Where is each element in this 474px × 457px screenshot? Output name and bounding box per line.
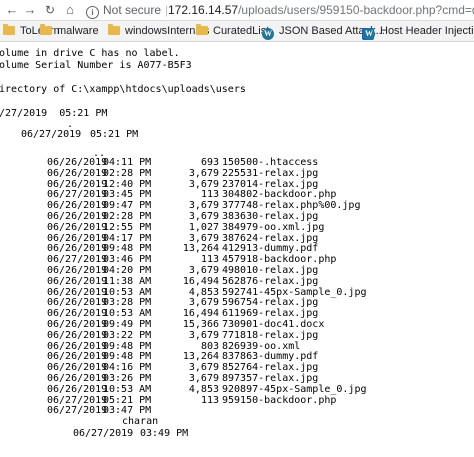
security-label: Not secure xyxy=(103,3,162,17)
address-bar: ← → ↻ ⌂ i Not secure | 172.16.14.57/upload… xyxy=(0,0,474,21)
directory-path-line: Directory of C:\xampp\htdocs\uploads\use… xyxy=(0,84,246,95)
forward-arrow-icon[interactable]: → xyxy=(22,2,38,18)
wordpress-icon: W xyxy=(262,28,274,40)
file-size xyxy=(0,405,219,417)
subdir-name: charan xyxy=(122,416,159,427)
subdir-date: 06/27/2019 xyxy=(73,428,134,439)
bookmark-malware[interactable]: malware xyxy=(40,23,99,39)
url-path: /uploads/users/959150-backdoor.php?cmd=d… xyxy=(238,3,474,17)
dot-dir-date: 06/27/2019 xyxy=(21,129,82,140)
folder-icon xyxy=(196,24,208,35)
volume-label-line: Volume in drive C has no label. xyxy=(0,48,180,59)
timestamp-line: 6/27/2019 05:21 PM xyxy=(0,108,108,119)
volume-serial-line: Volume Serial Number is A077-B5F3 xyxy=(0,60,192,71)
folder-icon xyxy=(40,24,52,35)
bookmark-label: CuratedList xyxy=(213,25,270,37)
folder-icon xyxy=(3,24,15,35)
bookmarks-bar: ToLearn malware windowsInternals Curated… xyxy=(0,21,474,42)
folder-icon xyxy=(108,24,120,35)
dot-dir-time: 05:21 PM xyxy=(90,129,139,140)
info-icon: i xyxy=(86,6,99,19)
subdir-time: 03:49 PM xyxy=(140,428,189,439)
bookmark-windowsinternals[interactable]: windowsInternals xyxy=(108,23,209,39)
url-host: 172.16.14.57 xyxy=(168,3,239,17)
bookmark-label: malware xyxy=(57,25,99,37)
back-arrow-icon[interactable]: ← xyxy=(4,2,20,18)
bookmark-curatedlist[interactable]: CuratedList xyxy=(196,23,269,39)
security-indicator[interactable]: i Not secure | xyxy=(86,2,172,19)
wordpress-icon: W xyxy=(363,28,375,40)
file-name: 959150-backdoor.php xyxy=(222,394,337,406)
bookmark-label: Host Header Injecti... xyxy=(380,25,474,37)
url-field[interactable]: 172.16.14.57/uploads/users/959150-backdo… xyxy=(168,2,474,18)
home-icon[interactable]: ⌂ xyxy=(62,2,78,18)
reload-icon[interactable]: ↻ xyxy=(42,2,58,18)
bookmark-host-header-injection[interactable]: W Host Header Injecti... xyxy=(363,23,474,40)
